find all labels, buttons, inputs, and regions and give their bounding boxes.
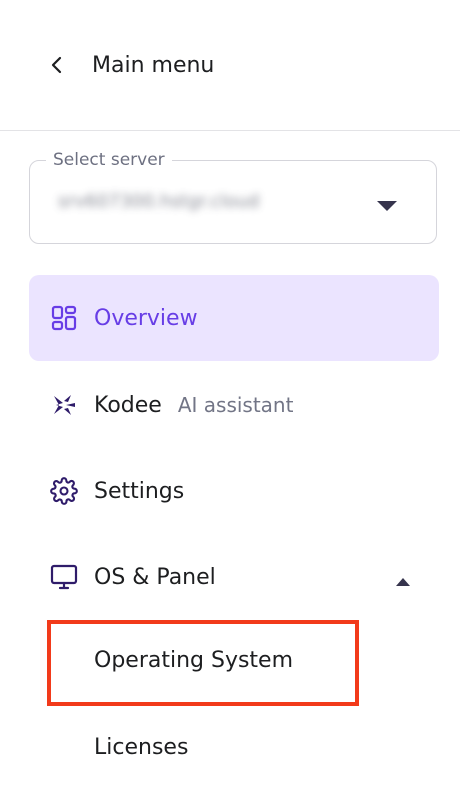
- sidebar-item-sublabel: AI assistant: [177, 393, 294, 417]
- sidebar-item-label: Overview: [94, 305, 198, 331]
- back-label: Main menu: [92, 52, 215, 78]
- caret-down-icon: [376, 197, 398, 216]
- sidebar-subitem-operating-system[interactable]: Operating System: [94, 648, 293, 673]
- sidebar-item-label: Settings: [94, 478, 185, 504]
- server-select[interactable]: Select server srv607300.hstgr.cloud: [29, 148, 437, 244]
- server-select-legend: Select server: [46, 148, 172, 172]
- sidebar-subitem-licenses[interactable]: Licenses: [94, 735, 188, 760]
- divider: [0, 130, 460, 131]
- caret-up-icon: [395, 572, 411, 591]
- sidebar-item-label: Kodee: [94, 392, 162, 418]
- grid-icon: [49, 303, 79, 333]
- sidebar-item-settings[interactable]: Settings: [29, 448, 439, 534]
- back-to-main-menu[interactable]: Main menu: [50, 44, 214, 86]
- sidebar-item-label: OS & Panel: [94, 564, 216, 590]
- sidebar-item-kodee[interactable]: Kodee AI assistant: [29, 362, 439, 448]
- side-menu: Main menu Select server srv607300.hstgr.…: [0, 0, 460, 800]
- sparkle-icon: [49, 390, 79, 420]
- sidebar-item-os-panel[interactable]: OS & Panel: [29, 534, 439, 620]
- server-select-value: srv607300.hstgr.cloud: [58, 191, 260, 212]
- gear-icon: [49, 476, 79, 506]
- sidebar-item-overview[interactable]: Overview: [29, 275, 439, 361]
- chevron-left-icon: [50, 55, 64, 75]
- monitor-icon: [49, 562, 79, 592]
